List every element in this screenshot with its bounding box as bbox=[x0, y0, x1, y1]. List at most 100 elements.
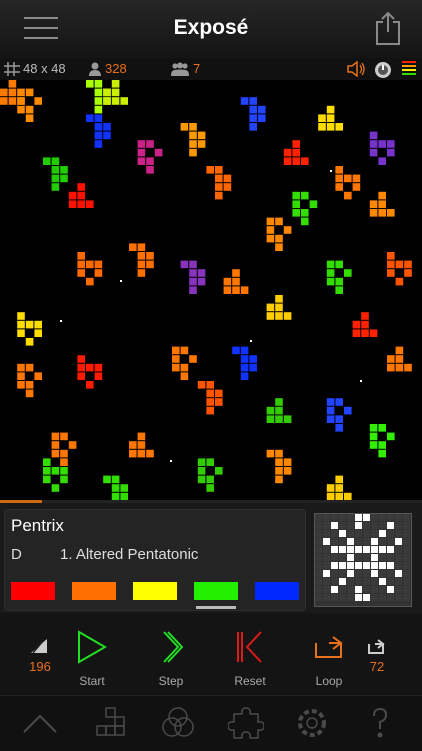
preview-cell bbox=[339, 570, 346, 577]
preview-cell bbox=[331, 586, 338, 593]
preview-cell bbox=[355, 562, 362, 569]
board-cell bbox=[197, 277, 206, 286]
loop-button[interactable]: Loop bbox=[299, 629, 359, 688]
board-cell bbox=[387, 209, 395, 217]
board-cell bbox=[60, 449, 68, 458]
board-cell bbox=[120, 492, 128, 500]
puzzle-icon[interactable] bbox=[227, 706, 265, 740]
preview-cell bbox=[331, 570, 338, 577]
game-board[interactable] bbox=[0, 80, 422, 500]
board-cell bbox=[309, 200, 318, 208]
levels-icon[interactable] bbox=[402, 61, 416, 75]
preview-cell bbox=[395, 546, 402, 553]
start-button[interactable]: Start bbox=[62, 629, 122, 688]
board-cell bbox=[94, 140, 103, 148]
board-cell bbox=[387, 269, 395, 277]
board-cell bbox=[111, 475, 120, 484]
preview-cell bbox=[363, 594, 370, 601]
preview-cell bbox=[347, 546, 354, 553]
status-bar: 48 x 48 328 7 bbox=[0, 58, 422, 80]
board-cell bbox=[326, 415, 335, 423]
board-cell bbox=[60, 174, 68, 183]
board-cell bbox=[206, 406, 214, 415]
board-cell bbox=[240, 346, 249, 355]
dial-icon[interactable] bbox=[374, 61, 392, 79]
board-cell bbox=[292, 148, 300, 157]
collapse-icon[interactable] bbox=[22, 706, 58, 740]
preview-cell bbox=[315, 554, 322, 561]
board-cell bbox=[326, 277, 335, 286]
board-cell bbox=[266, 303, 275, 312]
step-button[interactable]: Step bbox=[141, 629, 201, 688]
board-cell bbox=[25, 363, 34, 372]
board-cell bbox=[86, 260, 94, 269]
share-icon[interactable] bbox=[374, 10, 402, 46]
board-cell bbox=[387, 252, 395, 260]
board-cell bbox=[352, 329, 361, 337]
preview-cell bbox=[355, 578, 362, 585]
board-cell bbox=[25, 320, 34, 329]
board-cell bbox=[215, 166, 223, 174]
pattern-preview[interactable] bbox=[314, 513, 412, 607]
board-cell bbox=[86, 363, 94, 372]
board-cell bbox=[335, 260, 343, 269]
board-cell bbox=[275, 475, 283, 484]
board-cell bbox=[292, 140, 300, 148]
preview-cell bbox=[323, 530, 330, 537]
board-cell bbox=[0, 88, 8, 97]
board-cell bbox=[335, 398, 343, 406]
board-cell bbox=[249, 105, 257, 114]
board-cell bbox=[206, 458, 214, 466]
board-cell bbox=[344, 191, 352, 200]
patterns-icon[interactable] bbox=[92, 706, 128, 740]
board-cell bbox=[34, 320, 42, 329]
loop-icon bbox=[315, 636, 343, 658]
speed-value: 196 bbox=[29, 659, 51, 674]
color-swatch-orange[interactable] bbox=[72, 582, 116, 600]
board-cell bbox=[387, 140, 395, 148]
board-cell bbox=[17, 372, 25, 380]
preview-cell bbox=[355, 530, 362, 537]
board-cell bbox=[17, 381, 25, 389]
preview-cell bbox=[395, 522, 402, 529]
board-cell bbox=[197, 475, 206, 484]
board-cell bbox=[232, 286, 240, 294]
preview-cell bbox=[403, 530, 410, 537]
color-swatch-yellow[interactable] bbox=[133, 582, 177, 600]
help-icon[interactable] bbox=[362, 706, 398, 740]
preview-cell bbox=[395, 586, 402, 593]
color-swatch-blue[interactable] bbox=[255, 582, 299, 600]
color-swatch-red[interactable] bbox=[11, 582, 55, 600]
loop-count-icon[interactable] bbox=[366, 637, 386, 660]
preview-cell bbox=[387, 570, 394, 577]
preview-cell bbox=[315, 578, 322, 585]
board-cell bbox=[344, 269, 352, 277]
board-cell bbox=[369, 441, 378, 449]
preview-cell bbox=[379, 562, 386, 569]
board-cell bbox=[326, 398, 335, 406]
board-cell bbox=[395, 346, 404, 355]
board-cell bbox=[146, 260, 154, 269]
board-cell bbox=[335, 166, 343, 174]
reset-icon bbox=[237, 631, 262, 663]
speaker-icon[interactable] bbox=[346, 61, 366, 77]
board-cell bbox=[77, 260, 85, 269]
speed-icon[interactable] bbox=[30, 637, 48, 660]
color-swatch-green[interactable] bbox=[194, 582, 238, 600]
settings-icon[interactable] bbox=[294, 706, 330, 740]
board-cell bbox=[266, 312, 275, 320]
colors-icon[interactable] bbox=[160, 706, 196, 740]
preview-cell bbox=[371, 546, 378, 553]
preview-cell bbox=[339, 562, 346, 569]
board-cell bbox=[275, 243, 283, 251]
board-cell bbox=[378, 441, 386, 449]
preview-cell bbox=[315, 570, 322, 577]
board-cell bbox=[51, 449, 60, 458]
nav-bar: Exposé bbox=[0, 0, 422, 59]
reset-label: Reset bbox=[234, 674, 266, 688]
reset-button[interactable]: Reset bbox=[220, 629, 280, 688]
preview-cell bbox=[371, 578, 378, 585]
population-readout: 328 bbox=[88, 61, 127, 76]
board-cell bbox=[249, 123, 257, 131]
pattern-info[interactable]: Pentrix D 1. Altered Pentatonic bbox=[4, 509, 306, 611]
